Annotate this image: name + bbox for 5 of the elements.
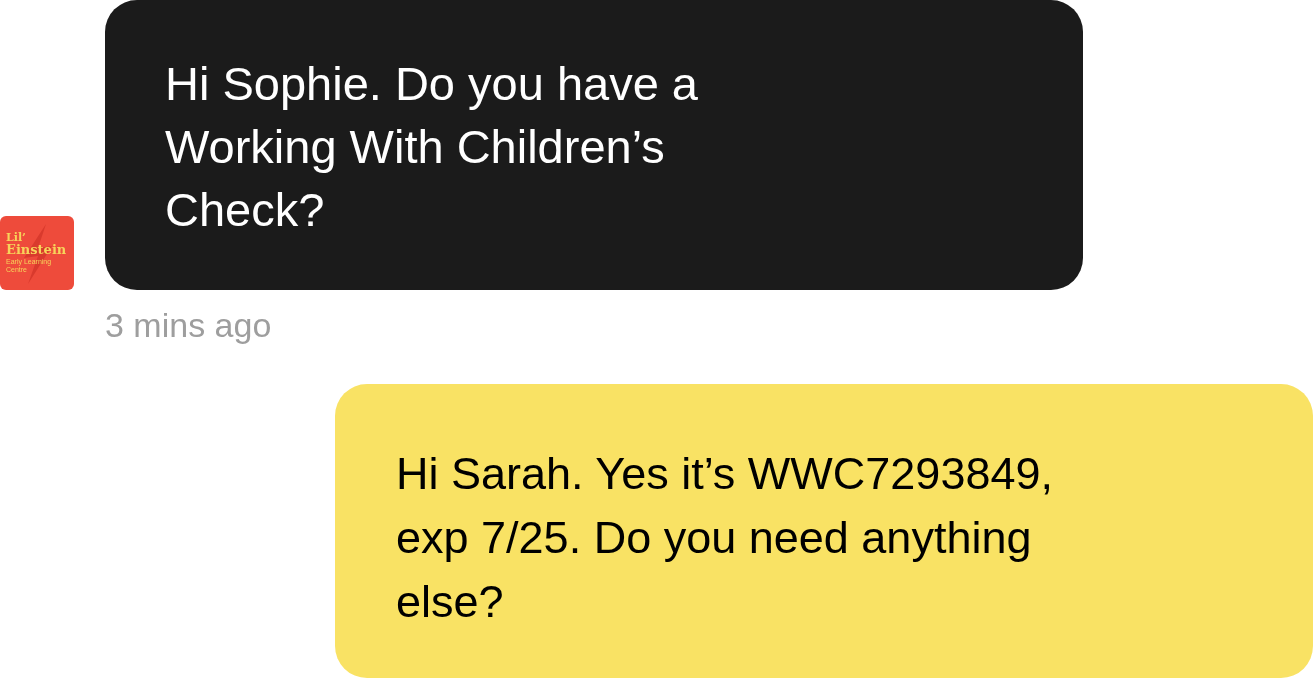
message-bubble: Hi Sarah. Yes it’s WWC7293849, exp 7/25. Do you need anything else? (335, 384, 1313, 678)
timestamp: 3 mins ago (105, 306, 273, 345)
logo-text: Einstein (6, 243, 67, 257)
logo-text: Lil’ (6, 232, 26, 244)
message-bubble: Hi Sophie. Do you have a Working With Children’s Check? (105, 0, 1083, 290)
